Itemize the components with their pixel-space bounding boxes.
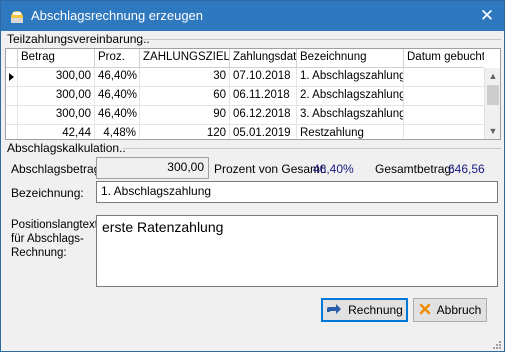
cancel-button-label: Abbruch <box>436 303 482 317</box>
row-indicator <box>6 106 18 125</box>
percent-value: 46,40% <box>313 162 354 176</box>
row-indicator <box>6 87 18 106</box>
calc-group-divider <box>123 148 501 149</box>
cell-proz[interactable]: 4,48% <box>95 125 140 139</box>
row-indicator <box>6 125 18 139</box>
vertical-scrollbar[interactable]: ▲ ▼ <box>484 68 500 139</box>
payments-group-label: Teilzahlungsvereinbarung.. <box>7 32 150 46</box>
col-header-betrag[interactable]: Betrag <box>18 49 95 68</box>
amount-label: Abschlagsbetrag: <box>11 162 104 176</box>
scrollbar-corner <box>484 49 500 68</box>
cell-datum[interactable]: 05.01.2019 <box>230 125 297 139</box>
col-header-zahlungsdatum[interactable]: Zahlungsdatu <box>230 49 297 68</box>
cell-gebucht[interactable] <box>404 125 486 139</box>
cancel-button[interactable]: Abbruch <box>413 298 487 322</box>
cell-ziel[interactable]: 90 <box>140 106 230 125</box>
text-label-line2: für Abschlags- <box>11 233 84 245</box>
resize-grip-icon[interactable] <box>492 339 502 349</box>
cell-ziel[interactable]: 60 <box>140 87 230 106</box>
window-title: Abschlagsrechnung erzeugen <box>31 8 204 23</box>
invoice-button[interactable]: Rechnung <box>321 298 408 322</box>
title-bar: Abschlagsrechnung erzeugen ✕ <box>1 1 504 31</box>
cell-betrag[interactable]: 300,00 <box>18 106 95 125</box>
dialog-window: Abschlagsrechnung erzeugen ✕ Teilzahlung… <box>0 0 505 352</box>
invoice-button-label: Rechnung <box>348 303 403 317</box>
arrow-right-icon <box>326 303 342 318</box>
cell-bezeichnung[interactable]: 3. Abschlagszahlung <box>297 106 404 125</box>
calc-group-label: Abschlagskalkulation.. <box>7 141 126 155</box>
percent-label: Prozent von Gesamt: <box>214 162 327 176</box>
cell-proz[interactable]: 46,40% <box>95 87 140 106</box>
cell-ziel[interactable]: 120 <box>140 125 230 139</box>
name-label: Bezeichnung: <box>11 186 84 200</box>
cell-ziel[interactable]: 30 <box>140 68 230 87</box>
scrollbar-thumb[interactable] <box>487 85 499 105</box>
payments-grid[interactable]: Betrag Proz. ZAHLUNGSZIEL Zahlungsdatu B… <box>5 48 501 140</box>
col-header-datum-gebucht[interactable]: Datum gebucht <box>404 49 486 68</box>
cell-proz[interactable]: 46,40% <box>95 68 140 87</box>
cell-gebucht[interactable] <box>404 106 486 125</box>
cell-datum[interactable]: 06.11.2018 <box>230 87 297 106</box>
name-field[interactable]: 1. Abschlagszahlung <box>96 181 498 203</box>
amount-field: 300,00 <box>96 157 209 179</box>
cell-gebucht[interactable] <box>404 87 486 106</box>
col-header-zahlungsziel[interactable]: ZAHLUNGSZIEL <box>140 49 230 68</box>
current-row-indicator <box>6 68 18 87</box>
table-row[interactable]: 42,44 4,48% 120 05.01.2019 Restzahlung <box>6 125 486 139</box>
cell-datum[interactable]: 06.12.2018 <box>230 106 297 125</box>
scroll-down-icon[interactable]: ▼ <box>485 123 500 139</box>
x-icon <box>419 303 431 318</box>
cell-gebucht[interactable] <box>404 68 486 87</box>
col-header-bezeichnung[interactable]: Bezeichnung <box>297 49 404 68</box>
col-header-proz[interactable]: Proz. <box>95 49 140 68</box>
table-row[interactable]: 300,00 46,40% 90 06.12.2018 3. Abschlags… <box>6 106 486 125</box>
grid-rows: 300,00 46,40% 30 07.10.2018 1. Abschlags… <box>6 68 486 139</box>
text-label-line3: Rechnung: <box>11 247 67 259</box>
cell-bezeichnung[interactable]: 2. Abschlagszahlung <box>297 87 404 106</box>
header-indicator <box>6 49 18 68</box>
payments-group-divider <box>141 39 501 40</box>
table-row[interactable]: 300,00 46,40% 60 06.11.2018 2. Abschlags… <box>6 87 486 106</box>
total-label: Gesamtbetrag: <box>375 162 455 176</box>
cell-datum[interactable]: 07.10.2018 <box>230 68 297 87</box>
scroll-up-icon[interactable]: ▲ <box>485 68 500 84</box>
row-pointer-icon <box>9 73 14 81</box>
position-text-area[interactable]: erste Ratenzahlung <box>96 215 498 287</box>
total-value: 646,56 <box>448 162 485 176</box>
table-row[interactable]: 300,00 46,40% 30 07.10.2018 1. Abschlags… <box>6 68 486 87</box>
cell-betrag[interactable]: 42,44 <box>18 125 95 139</box>
grid-header: Betrag Proz. ZAHLUNGSZIEL Zahlungsdatu B… <box>6 49 486 68</box>
cell-betrag[interactable]: 300,00 <box>18 68 95 87</box>
cell-betrag[interactable]: 300,00 <box>18 87 95 106</box>
close-icon[interactable]: ✕ <box>470 1 504 31</box>
text-label-line1: Positionslangtext <box>11 219 98 231</box>
app-icon <box>9 8 25 24</box>
cell-bezeichnung[interactable]: Restzahlung <box>297 125 404 139</box>
cell-bezeichnung[interactable]: 1. Abschlagszahlung <box>297 68 404 87</box>
cell-proz[interactable]: 46,40% <box>95 106 140 125</box>
